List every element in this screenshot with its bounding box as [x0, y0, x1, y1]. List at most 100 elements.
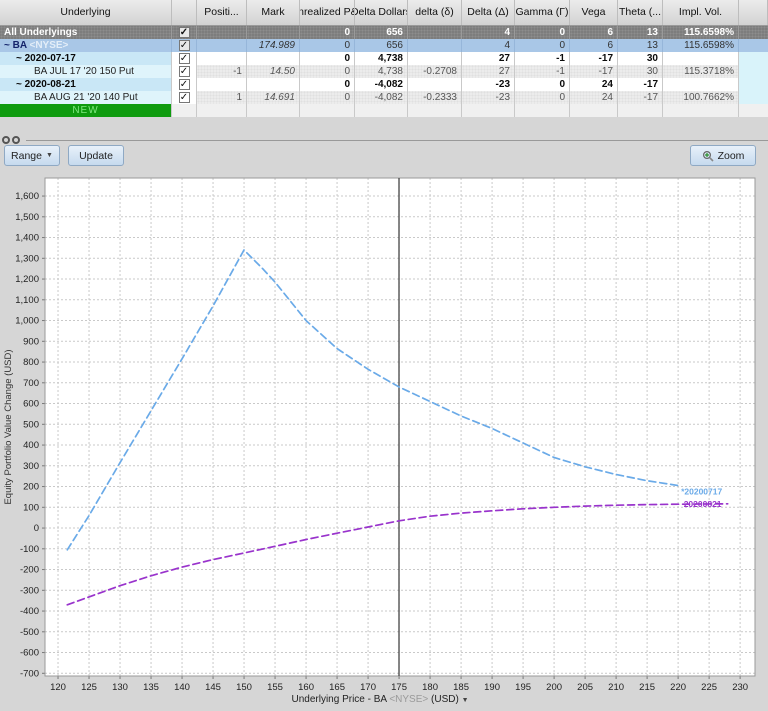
delta-dollars-value: 4,738 [355, 65, 408, 78]
row-label: All Underlyings [0, 26, 172, 39]
x-tick-label: 200 [546, 682, 562, 693]
x-tick-label: 135 [143, 682, 159, 693]
chart-toolbar: Range ▼ Update Zoom [0, 145, 768, 169]
col-header-underlying[interactable]: Underlying [0, 0, 172, 25]
y-tick-label: 1,200 [15, 274, 39, 285]
col-header-checkbox[interactable] [172, 0, 197, 25]
row-checkbox[interactable]: ✓ [178, 40, 190, 51]
y-tick-label: -200 [20, 565, 39, 576]
expand-toggle[interactable]: ~ [16, 79, 22, 90]
row-checkbox[interactable]: ✓ [178, 53, 190, 64]
col-header-delta-lower[interactable]: delta (δ) [408, 0, 462, 25]
y-tick-label: -400 [20, 606, 39, 617]
table-row-new[interactable]: NEW [0, 104, 768, 117]
portfolio-table: Underlying Positi... Mark Unrealized P&L… [0, 0, 768, 117]
theta-value: -17 [618, 78, 663, 91]
update-button[interactable]: Update [68, 145, 124, 166]
delta-lower-value: -0.2333 [408, 91, 462, 104]
impl-vol-value: 115.6598% [663, 39, 739, 52]
impl-vol-value: 100.7662% [663, 91, 739, 104]
row-checkbox[interactable]: ✓ [178, 79, 190, 90]
series-label-*20200717: *20200717 [681, 487, 722, 497]
mark-value: 174.989 [247, 39, 300, 52]
y-tick-label: 200 [23, 482, 39, 493]
x-tick-label: 130 [112, 682, 128, 693]
theta-value: 13 [618, 26, 663, 39]
y-tick-label: 0 [34, 523, 39, 534]
expand-toggle[interactable]: ~ [16, 53, 22, 64]
vega-value: 6 [570, 39, 618, 52]
col-header-position[interactable]: Positi... [197, 0, 247, 25]
gamma-value: -1 [515, 52, 570, 65]
vega-value: 24 [570, 91, 618, 104]
unrealized-pl-value: 0 [300, 39, 355, 52]
theta-value: 30 [618, 52, 663, 65]
col-header-vega[interactable]: Vega [570, 0, 618, 25]
table-row-expiry-20200821[interactable]: ~ 2020-08-21 ✓ 0 -4,082 -23 0 24 -17 [0, 78, 768, 91]
delta-lower-value: -0.2708 [408, 65, 462, 78]
collapse-down-icon[interactable] [12, 136, 20, 144]
exchange-label: <NYSE> [29, 40, 69, 51]
x-tick-label: 140 [174, 682, 190, 693]
unrealized-pl-value: 0 [300, 78, 355, 91]
table-row-expiry-20200717[interactable]: ~ 2020-07-17 ✓ 0 4,738 27 -1 -17 30 [0, 52, 768, 65]
col-header-unrealized-pl[interactable]: Unrealized P&L [300, 0, 355, 25]
col-header-delta-upper[interactable]: Delta (Δ) [462, 0, 515, 25]
pnl-chart-canvas[interactable]: 120 125 130 135 140 145 150 155 160 165 170 175 180 1… [0, 172, 768, 706]
x-tick-label: 215 [639, 682, 655, 693]
gamma-value: 0 [515, 91, 570, 104]
table-row-all-underlyings[interactable]: All Underlyings ✓ 0 656 4 0 6 13 115.659… [0, 26, 768, 39]
vega-value: 24 [570, 78, 618, 91]
col-header-theta[interactable]: Theta (... [618, 0, 663, 25]
collapse-up-icon[interactable] [2, 136, 10, 144]
y-tick-label: 1,300 [15, 253, 39, 264]
y-tick-label: -300 [20, 585, 39, 596]
zoom-button[interactable]: Zoom [690, 145, 756, 166]
x-axis-title[interactable]: Underlying Price - BA <NYSE> (USD) ▼ [291, 694, 468, 705]
y-axis-title: Equity Portfolio Value Change (USD) [3, 349, 14, 504]
x-tick-label: 220 [670, 682, 686, 693]
y-tick-label: 100 [23, 502, 39, 513]
delta-value: -23 [462, 91, 515, 104]
y-tick-label: -500 [20, 627, 39, 638]
y-tick-label: 1,000 [15, 316, 39, 327]
col-header-delta-dollars[interactable]: Delta Dollars [355, 0, 408, 25]
expand-toggle[interactable]: ~ [4, 40, 10, 51]
delta-value: -23 [462, 78, 515, 91]
x-tick-label: 190 [484, 682, 500, 693]
delta-value: 4 [462, 39, 515, 52]
delta-dollars-value: -4,082 [355, 78, 408, 91]
series-label-20200821: 20200821 [684, 499, 722, 509]
delta-value: 27 [462, 65, 515, 78]
table-row-aug-140-put[interactable]: BA AUG 21 '20 140 Put ✓ 1 14.691 0 -4,08… [0, 91, 768, 104]
col-header-impl-vol[interactable]: Impl. Vol. [663, 0, 739, 25]
y-tick-label: 1,500 [15, 212, 39, 223]
row-checkbox[interactable]: ✓ [178, 66, 190, 77]
pane-splitter[interactable] [0, 135, 768, 145]
y-tick-label: 500 [23, 419, 39, 430]
mark-value: 14.50 [247, 65, 300, 78]
delta-value: 4 [462, 26, 515, 39]
impl-vol-value: 115.3718% [663, 65, 739, 78]
y-tick-label: 1,100 [15, 295, 39, 306]
range-button[interactable]: Range ▼ [4, 145, 60, 166]
row-checkbox[interactable]: ✓ [178, 27, 190, 38]
col-header-mark[interactable]: Mark [247, 0, 300, 25]
vega-value: -17 [570, 52, 618, 65]
pnl-chart[interactable]: 120 125 130 135 140 145 150 155 160 165 170 175 180 1… [0, 172, 768, 706]
delta-dollars-value: 4,738 [355, 52, 408, 65]
position-value: 1 [197, 91, 247, 104]
y-tick-label: -600 [20, 648, 39, 659]
x-tick-label: 175 [391, 682, 407, 693]
col-header-gamma[interactable]: Gamma (Γ) [515, 0, 570, 25]
new-row-button[interactable]: NEW [0, 104, 172, 117]
gamma-value: 0 [515, 26, 570, 39]
theta-value: 13 [618, 39, 663, 52]
x-tick-label: 145 [205, 682, 221, 693]
theta-value: 30 [618, 65, 663, 78]
unrealized-pl-value: 0 [300, 65, 355, 78]
table-row-jul-150-put[interactable]: BA JUL 17 '20 150 Put ✓ -1 14.50 0 4,738… [0, 65, 768, 78]
x-tick-label: 210 [608, 682, 624, 693]
table-row-ba[interactable]: ~ BA <NYSE> ✓ 174.989 0 656 4 0 6 13 115… [0, 39, 768, 52]
row-checkbox[interactable]: ✓ [178, 92, 190, 103]
